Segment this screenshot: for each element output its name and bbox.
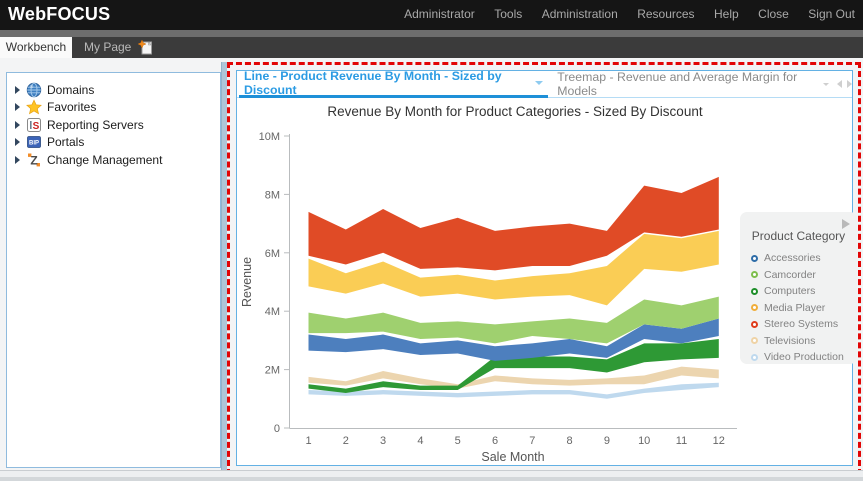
x-tick-label: 8 bbox=[567, 435, 573, 447]
legend-item-video-production[interactable]: Video Production bbox=[740, 349, 857, 366]
header-divider-strip bbox=[0, 30, 863, 37]
svg-text:S: S bbox=[33, 121, 40, 132]
legend-panel: Product Category Accessories Camcorder C… bbox=[740, 212, 857, 364]
expand-arrow-icon[interactable] bbox=[15, 121, 20, 129]
x-axis-title: Sale Month bbox=[481, 450, 544, 464]
legend-item-camcorder[interactable]: Camcorder bbox=[740, 267, 857, 284]
sidebar-item-label: Change Management bbox=[47, 153, 162, 167]
tab-line-chart[interactable]: Line - Product Revenue By Month - Sized … bbox=[239, 71, 548, 98]
sidebar-item-reporting-servers[interactable]: S Reporting Servers bbox=[7, 116, 220, 134]
sidebar-item-label: Favorites bbox=[47, 100, 96, 114]
scroll-right-icon[interactable] bbox=[847, 80, 852, 88]
tab-line-chart-label: Line - Product Revenue By Month - Sized … bbox=[244, 69, 528, 97]
legend-item-accessories[interactable]: Accessories bbox=[740, 250, 857, 267]
sidebar-item-label: Portals bbox=[47, 135, 84, 149]
legend-marker bbox=[751, 321, 758, 328]
sidebar-item-label: Domains bbox=[47, 83, 94, 97]
y-tick-label: 2M bbox=[265, 365, 280, 377]
legend-item-computers[interactable]: Computers bbox=[740, 283, 857, 300]
menu-administration[interactable]: Administration bbox=[542, 0, 618, 28]
top-menu: Administrator Tools Administration Resou… bbox=[389, 0, 855, 30]
expand-arrow-icon[interactable] bbox=[15, 138, 20, 146]
expand-arrow-icon[interactable] bbox=[15, 86, 20, 94]
legend-title: Product Category bbox=[740, 229, 857, 243]
menu-resources[interactable]: Resources bbox=[637, 0, 694, 28]
menu-close[interactable]: Close bbox=[758, 0, 789, 28]
webfocus-logo: WebFOCUS bbox=[8, 4, 110, 25]
legend-item-televisions[interactable]: Televisions bbox=[740, 333, 857, 350]
x-tick-label: 12 bbox=[713, 435, 725, 447]
svg-text:Z: Z bbox=[30, 153, 37, 167]
chevron-down-icon[interactable] bbox=[535, 81, 543, 85]
expand-arrow-icon[interactable] bbox=[15, 103, 20, 111]
expand-arrow-icon[interactable] bbox=[15, 156, 20, 164]
menu-administrator[interactable]: Administrator bbox=[404, 0, 475, 28]
top-bar: WebFOCUS Administrator Tools Administrat… bbox=[0, 0, 863, 30]
sidebar-item-portals[interactable]: BIP Portals bbox=[7, 134, 220, 152]
menu-sign-out[interactable]: Sign Out bbox=[808, 0, 855, 28]
y-tick-label: 4M bbox=[265, 306, 280, 318]
legend-marker bbox=[751, 255, 758, 262]
chart-region: 02M4M6M8M10M123456789101112RevenueSale M… bbox=[237, 98, 852, 465]
x-tick-label: 1 bbox=[305, 435, 311, 447]
main-tab-bar: Workbench My Page bbox=[0, 37, 863, 58]
tab-treemap-chart-label: Treemap - Revenue and Average Margin for… bbox=[557, 70, 815, 98]
tab-my-page[interactable]: My Page bbox=[76, 37, 139, 58]
sidebar-item-domains[interactable]: Domains bbox=[7, 81, 220, 99]
menu-tools[interactable]: Tools bbox=[494, 0, 522, 28]
legend-marker bbox=[751, 304, 758, 311]
x-tick-label: 11 bbox=[676, 435, 687, 447]
new-page-icon[interactable] bbox=[137, 39, 154, 56]
x-tick-label: 2 bbox=[343, 435, 349, 447]
portal-icon: BIP bbox=[26, 134, 42, 150]
legend-collapse-icon[interactable] bbox=[842, 219, 850, 229]
reporting-server-icon: S bbox=[26, 117, 42, 133]
star-icon bbox=[26, 99, 42, 115]
resource-tree-panel: Domains Favorites S Reporting Servers bbox=[6, 72, 221, 468]
chart-title: Revenue By Month for Product Categories … bbox=[237, 104, 793, 119]
y-axis-title: Revenue bbox=[240, 257, 254, 307]
chevron-down-icon[interactable] bbox=[823, 83, 829, 86]
svg-text:BIP: BIP bbox=[29, 141, 39, 147]
change-management-icon: Z bbox=[26, 152, 42, 168]
menu-help[interactable]: Help bbox=[714, 0, 739, 28]
x-tick-label: 10 bbox=[638, 435, 650, 447]
sidebar-item-label: Reporting Servers bbox=[47, 118, 144, 132]
globe-icon bbox=[26, 82, 42, 98]
x-tick-label: 7 bbox=[529, 435, 535, 447]
legend-marker bbox=[751, 288, 758, 295]
tab-treemap-chart[interactable]: Treemap - Revenue and Average Margin for… bbox=[557, 71, 815, 98]
legend-marker bbox=[751, 271, 758, 278]
legend-marker bbox=[751, 337, 758, 344]
status-bar bbox=[0, 470, 863, 481]
legend-item-stereo-systems[interactable]: Stereo Systems bbox=[740, 316, 857, 333]
sidebar-item-change-management[interactable]: Z Change Management bbox=[7, 151, 220, 169]
x-tick-label: 6 bbox=[492, 435, 498, 447]
scroll-left-icon[interactable] bbox=[837, 80, 842, 88]
legend-marker bbox=[751, 354, 758, 361]
y-tick-label: 8M bbox=[265, 189, 280, 201]
y-tick-label: 10M bbox=[259, 131, 280, 143]
y-tick-label: 6M bbox=[265, 248, 280, 260]
content-panel: Line - Product Revenue By Month - Sized … bbox=[236, 70, 853, 466]
legend-item-media-player[interactable]: Media Player bbox=[740, 300, 857, 317]
tab-workbench[interactable]: Workbench bbox=[0, 37, 72, 58]
x-tick-label: 5 bbox=[455, 435, 461, 447]
x-tick-label: 4 bbox=[417, 435, 423, 447]
y-tick-label: 0 bbox=[274, 423, 280, 435]
x-tick-label: 9 bbox=[604, 435, 610, 447]
chart-tab-strip: Line - Product Revenue By Month - Sized … bbox=[237, 71, 852, 98]
sidebar-item-favorites[interactable]: Favorites bbox=[7, 99, 220, 117]
x-tick-label: 3 bbox=[380, 435, 386, 447]
